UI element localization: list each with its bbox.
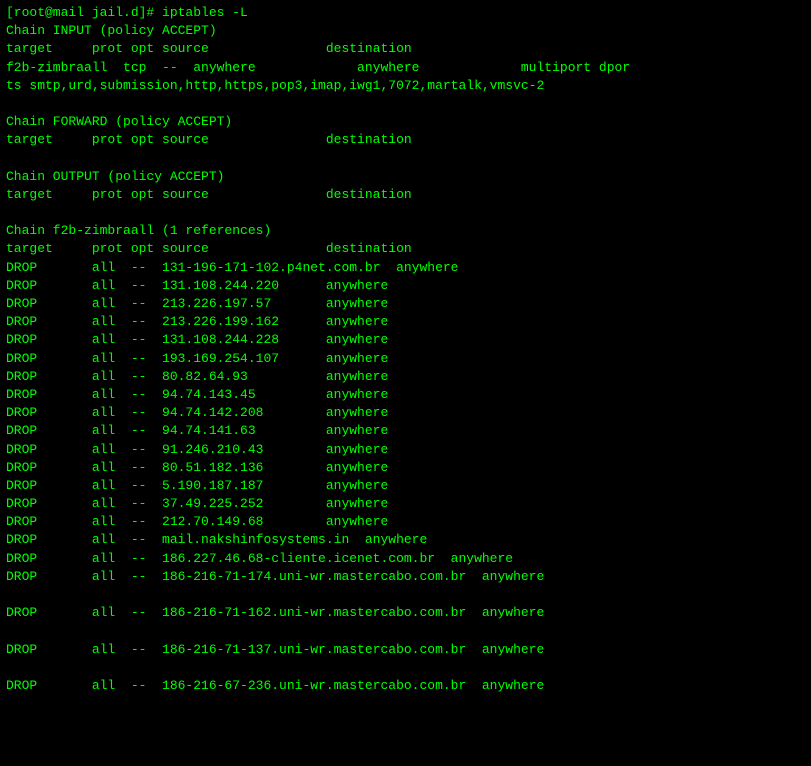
- colheader-line: target prot opt source destination: [6, 131, 805, 149]
- empty-line: [6, 204, 805, 222]
- data-line: DROP all -- 186-216-71-162.uni-wr.master…: [6, 604, 805, 622]
- empty-line: [6, 95, 805, 113]
- data-line: f2b-zimbraall tcp -- anywhere anywhere m…: [6, 59, 805, 77]
- data-line: DROP all -- 94.74.143.45 anywhere: [6, 386, 805, 404]
- data-line: DROP all -- 131.108.244.220 anywhere: [6, 277, 805, 295]
- data-line: ts smtp,urd,submission,http,https,pop3,i…: [6, 77, 805, 95]
- data-line: DROP all -- 186.227.46.68-cliente.icenet…: [6, 550, 805, 568]
- data-line: DROP all -- 5.190.187.187 anywhere: [6, 477, 805, 495]
- section-line: Chain f2b-zimbraall (1 references): [6, 222, 805, 240]
- data-line: DROP all -- 186-216-67-236.uni-wr.master…: [6, 677, 805, 695]
- data-line: DROP all -- 131-196-171-102.p4net.com.br…: [6, 259, 805, 277]
- colheader-line: target prot opt source destination: [6, 240, 805, 258]
- data-line: DROP all -- 212.70.149.68 anywhere: [6, 513, 805, 531]
- data-line: DROP all -- 80.82.64.93 anywhere: [6, 368, 805, 386]
- empty-line: [6, 150, 805, 168]
- colheader-line: target prot opt source destination: [6, 186, 805, 204]
- data-line: DROP all -- 186-216-71-137.uni-wr.master…: [6, 641, 805, 659]
- empty-line: [6, 622, 805, 640]
- data-line: DROP all -- 94.74.141.63 anywhere: [6, 422, 805, 440]
- empty-line: [6, 659, 805, 677]
- section-line: Chain FORWARD (policy ACCEPT): [6, 113, 805, 131]
- data-line: DROP all -- 94.74.142.208 anywhere: [6, 404, 805, 422]
- data-line: DROP all -- mail.nakshinfosystems.in any…: [6, 531, 805, 549]
- data-line: DROP all -- 213.226.197.57 anywhere: [6, 295, 805, 313]
- empty-line: [6, 586, 805, 604]
- data-line: DROP all -- 213.226.199.162 anywhere: [6, 313, 805, 331]
- data-line: DROP all -- 186-216-71-174.uni-wr.master…: [6, 568, 805, 586]
- colheader-line: target prot opt source destination: [6, 40, 805, 58]
- data-line: DROP all -- 37.49.225.252 anywhere: [6, 495, 805, 513]
- section-line: Chain OUTPUT (policy ACCEPT): [6, 168, 805, 186]
- section-line: Chain INPUT (policy ACCEPT): [6, 22, 805, 40]
- data-line: DROP all -- 80.51.182.136 anywhere: [6, 459, 805, 477]
- data-line: DROP all -- 193.169.254.107 anywhere: [6, 350, 805, 368]
- data-line: DROP all -- 91.246.210.43 anywhere: [6, 441, 805, 459]
- prompt_cmd-line: [root@mail jail.d]# iptables -L: [6, 4, 805, 22]
- terminal-window: [root@mail jail.d]# iptables -LChain INP…: [0, 0, 811, 766]
- data-line: DROP all -- 131.108.244.228 anywhere: [6, 331, 805, 349]
